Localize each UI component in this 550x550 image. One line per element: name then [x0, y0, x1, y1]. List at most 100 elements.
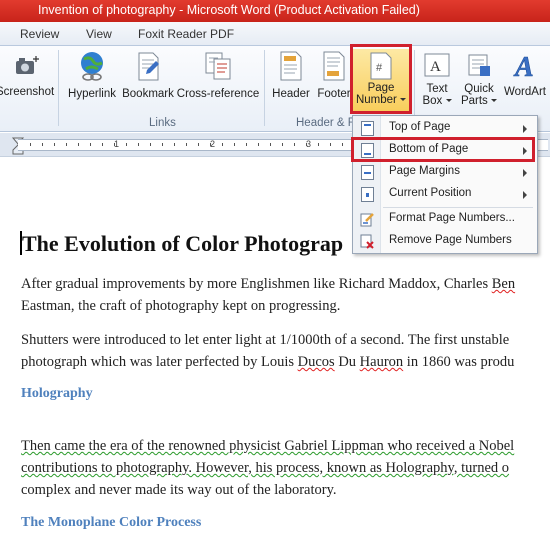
paragraph-2-line-2[interactable]: photograph which was later perfected by …	[21, 354, 514, 371]
misspelled-word: Ducos	[297, 354, 335, 370]
ruler-tick	[318, 143, 319, 146]
cross-reference-icon	[205, 52, 231, 80]
menu-item-label: Page Margins	[389, 165, 460, 177]
title-bar: Invention of photography - Microsoft Wor…	[0, 0, 550, 22]
text-box-label-line2-row: Box	[418, 95, 456, 107]
svg-text:A: A	[430, 59, 441, 75]
ruler-tick	[102, 143, 103, 146]
text-box-button[interactable]: A Text Box	[418, 50, 456, 107]
ruler-tick	[174, 143, 175, 146]
paragraph-2-line-1[interactable]: Shutters were introduced to let enter li…	[21, 332, 509, 349]
tab-view[interactable]: View	[86, 27, 112, 41]
ruler-tick	[126, 143, 127, 146]
quick-parts-button[interactable]: Quick Parts	[458, 50, 500, 107]
menu-item-label: Current Position	[389, 187, 472, 199]
hyperlink-button[interactable]: Hyperlink	[64, 50, 120, 100]
header-button[interactable]: Header	[268, 50, 314, 100]
submenu-arrow-icon	[523, 191, 527, 199]
ruler-tick	[78, 143, 79, 146]
menu-item-remove-page-numbers[interactable]: Remove Page Numbers	[353, 231, 537, 252]
dropdown-arrow-icon	[491, 99, 498, 103]
ruler-tick	[66, 143, 67, 146]
screenshot-button[interactable]: Screenshot	[0, 52, 54, 98]
group-separator	[58, 50, 59, 126]
cross-reference-label: Cross-reference	[176, 88, 260, 100]
paragraph-1-line-2[interactable]: Eastman, the craft of photography kept o…	[21, 298, 340, 315]
screenshot-icon	[16, 56, 39, 74]
window-title: Invention of photography - Microsoft Wor…	[38, 3, 420, 17]
quick-parts-label-line2: Parts	[460, 95, 488, 107]
group-separator	[264, 50, 265, 126]
ruler-tick	[210, 143, 211, 146]
text-box-icon: A	[424, 53, 450, 77]
remove-page-numbers-icon	[360, 234, 374, 249]
format-page-numbers-icon	[360, 213, 374, 227]
quick-parts-icon	[468, 54, 490, 76]
paragraph-2-text-c: Du	[334, 354, 360, 370]
screenshot-label: Screenshot	[0, 86, 55, 98]
ruler-tick	[30, 143, 31, 146]
ruler-tick	[258, 143, 259, 146]
subheading-monoplane-color-process[interactable]: The Monoplane Color Process	[21, 515, 201, 531]
footer-button[interactable]: Footer	[314, 50, 354, 100]
page-number-menu: Top of Page Bottom of Page Page Margins …	[352, 115, 538, 254]
bookmark-button[interactable]: Bookmark	[120, 50, 176, 100]
menu-item-label: Remove Page Numbers	[389, 234, 512, 246]
ruler-tick	[198, 143, 199, 146]
ruler-tick	[306, 143, 307, 146]
menu-item-top-of-page[interactable]: Top of Page	[353, 118, 537, 139]
ruler-tick	[282, 143, 283, 146]
text-box-label-line1: Text	[426, 83, 448, 95]
wordart-button[interactable]: A WordArt	[500, 50, 550, 98]
submenu-arrow-icon	[523, 169, 527, 177]
globe-link-icon	[81, 52, 103, 81]
page-number-highlight	[350, 44, 412, 114]
menu-item-page-margins[interactable]: Page Margins	[353, 162, 537, 183]
hyperlink-label: Hyperlink	[68, 88, 116, 100]
text-box-label-line2: Box	[422, 95, 443, 107]
menu-item-label: Top of Page	[389, 121, 451, 133]
wordart-icon: A	[513, 52, 534, 80]
submenu-arrow-icon	[523, 125, 527, 133]
ruler-tick	[138, 143, 139, 146]
menu-item-label: Format Page Numbers...	[389, 212, 515, 224]
wordart-label: WordArt	[504, 86, 546, 98]
ruler-tick	[114, 143, 115, 146]
misspelled-word: Ben	[491, 276, 516, 292]
menu-item-current-position[interactable]: Current Position	[353, 184, 537, 205]
page-margins-icon	[361, 165, 374, 180]
ruler-tick	[270, 143, 271, 146]
page-top-icon	[361, 121, 374, 136]
links-group-label: Links	[149, 117, 176, 129]
paragraph-3-line-3[interactable]: complex and never made its way out of th…	[21, 482, 337, 499]
paragraph-1-line-1[interactable]: After gradual improvements by more Engli…	[21, 276, 515, 293]
subheading-holography[interactable]: Holography	[21, 386, 93, 402]
bottom-of-page-highlight	[351, 137, 535, 162]
paragraph-3-line-2[interactable]: contributions to photography. However, h…	[21, 460, 509, 477]
quick-parts-label-line2-row: Parts	[458, 95, 500, 107]
footer-icon	[323, 51, 345, 81]
paragraph-3-line-2-text: contributions to photography. However, h…	[21, 460, 510, 476]
menu-item-format-page-numbers[interactable]: Format Page Numbers...	[353, 209, 537, 230]
ruler-tick	[234, 143, 235, 146]
ruler-tick	[42, 143, 43, 146]
ruler-tick	[54, 143, 55, 146]
quick-parts-label-line1: Quick	[464, 83, 494, 95]
cross-reference-button[interactable]: Cross-reference	[176, 50, 260, 100]
bookmark-label: Bookmark	[122, 88, 174, 100]
header-label: Header	[272, 88, 310, 100]
footer-label: Footer	[317, 88, 351, 100]
menu-separator	[383, 207, 533, 208]
document-heading[interactable]: The Evolution of Color Photograp	[22, 231, 343, 257]
ruler-tick	[150, 143, 151, 146]
tab-review[interactable]: Review	[20, 27, 59, 41]
current-position-icon	[361, 187, 374, 202]
bookmark-icon	[138, 52, 159, 81]
paragraph-3-line-1[interactable]: Then came the era of the renowned physic…	[21, 438, 514, 455]
ruler-tick	[330, 143, 331, 146]
tab-foxit-reader-pdf[interactable]: Foxit Reader PDF	[138, 27, 234, 41]
paragraph-3-line-1-text: Then came the era of the renowned physic…	[21, 438, 515, 454]
ribbon-tab-row: Review View Foxit Reader PDF	[0, 22, 550, 46]
ruler-tick	[186, 143, 187, 146]
ruler-tick	[222, 143, 223, 146]
